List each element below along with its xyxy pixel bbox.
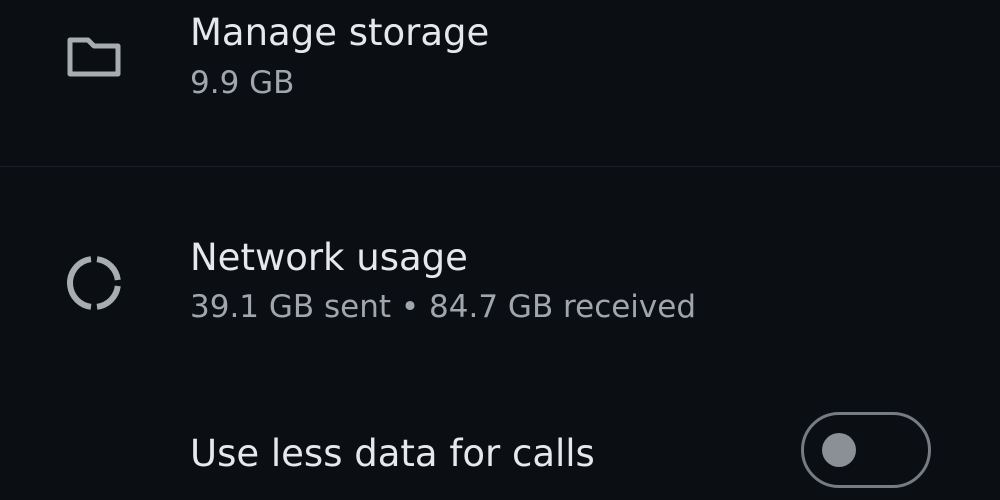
manage-storage-size: 9.9 GB — [190, 65, 295, 101]
network-usage-title: Network usage — [190, 236, 468, 279]
manage-storage-title: Manage storage — [190, 11, 490, 54]
use-less-data-for-calls-label: Use less data for calls — [190, 432, 595, 475]
use-less-data-for-calls-item[interactable]: Use less data for calls — [0, 380, 1000, 500]
network-usage-item[interactable]: Network usage 39.1 GB sent • 84.7 GB rec… — [0, 167, 1000, 380]
data-usage-icon — [64, 253, 124, 313]
folder-icon — [64, 28, 124, 88]
settings-screen: Manage storage 9.9 GB Network usage 39.1… — [0, 0, 1000, 500]
network-usage-summary: 39.1 GB sent • 84.7 GB received — [190, 289, 697, 325]
toggle-knob — [822, 433, 856, 467]
use-less-data-toggle[interactable] — [801, 412, 931, 488]
manage-storage-item[interactable]: Manage storage 9.9 GB — [0, 0, 1000, 166]
